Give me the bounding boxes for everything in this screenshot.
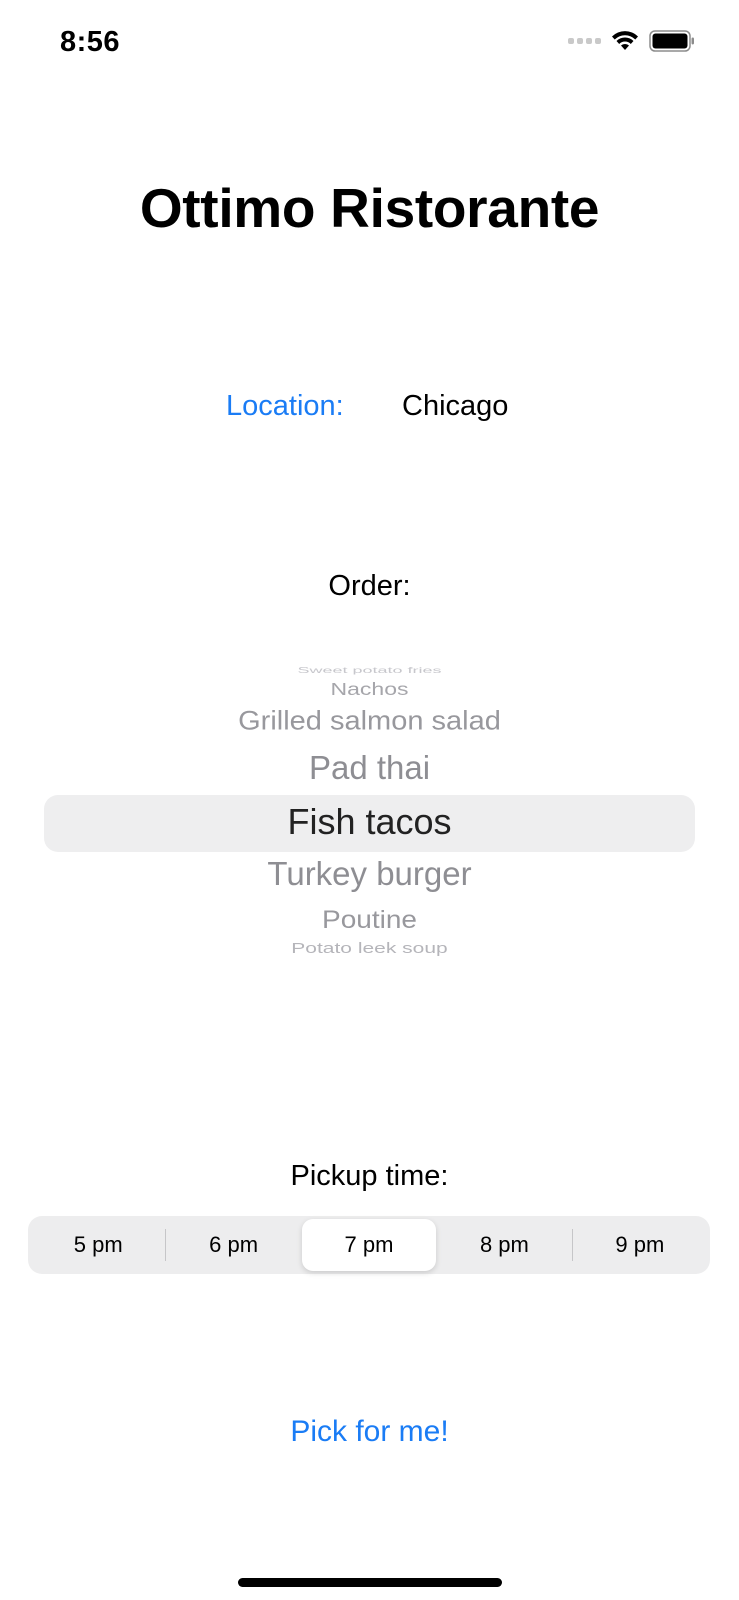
app-screen: 8:56 Ottimo Ristorante Location: Chicago… xyxy=(0,0,739,1600)
wifi-icon xyxy=(611,30,639,52)
page-title: Ottimo Ristorante xyxy=(139,177,600,239)
order-label: Order: xyxy=(328,570,411,602)
segment-5pm[interactable]: 5 pm xyxy=(31,1219,165,1271)
picker-row[interactable]: Nachos xyxy=(44,679,695,699)
picker-row[interactable]: Poutine xyxy=(44,906,695,935)
cellular-signal-icon xyxy=(568,38,601,44)
segment-7pm-selected[interactable]: 7 pm xyxy=(301,1219,437,1271)
status-time: 8:56 xyxy=(60,26,121,58)
battery-icon xyxy=(649,30,695,52)
status-icons xyxy=(568,30,695,52)
pick-for-me-button[interactable]: Pick for me! xyxy=(0,1415,739,1449)
segment-6pm[interactable]: 6 pm xyxy=(166,1219,300,1271)
picker-row[interactable]: Potato leek soup xyxy=(44,941,695,958)
picker-row[interactable]: Pad thai xyxy=(44,749,695,787)
picker-row-selected[interactable]: Fish tacos xyxy=(44,801,695,843)
order-picker[interactable]: Sweet potato fries Nachos Grilled salmon… xyxy=(44,655,695,965)
segment-8pm[interactable]: 8 pm xyxy=(437,1219,571,1271)
location-button[interactable]: Location: xyxy=(226,390,344,423)
home-indicator[interactable] xyxy=(238,1578,502,1587)
pickup-time-label: Pickup time: xyxy=(290,1160,449,1192)
picker-row[interactable]: Sweet potato fries xyxy=(44,666,695,675)
picker-row[interactable]: Turkey burger xyxy=(44,855,695,893)
location-value: Chicago xyxy=(402,390,509,422)
pickup-time-segmented-control[interactable]: 5 pm 6 pm 7 pm 8 pm 9 pm xyxy=(28,1216,710,1274)
picker-row[interactable]: Grilled salmon salad xyxy=(44,706,695,736)
segment-9pm[interactable]: 9 pm xyxy=(573,1219,707,1271)
